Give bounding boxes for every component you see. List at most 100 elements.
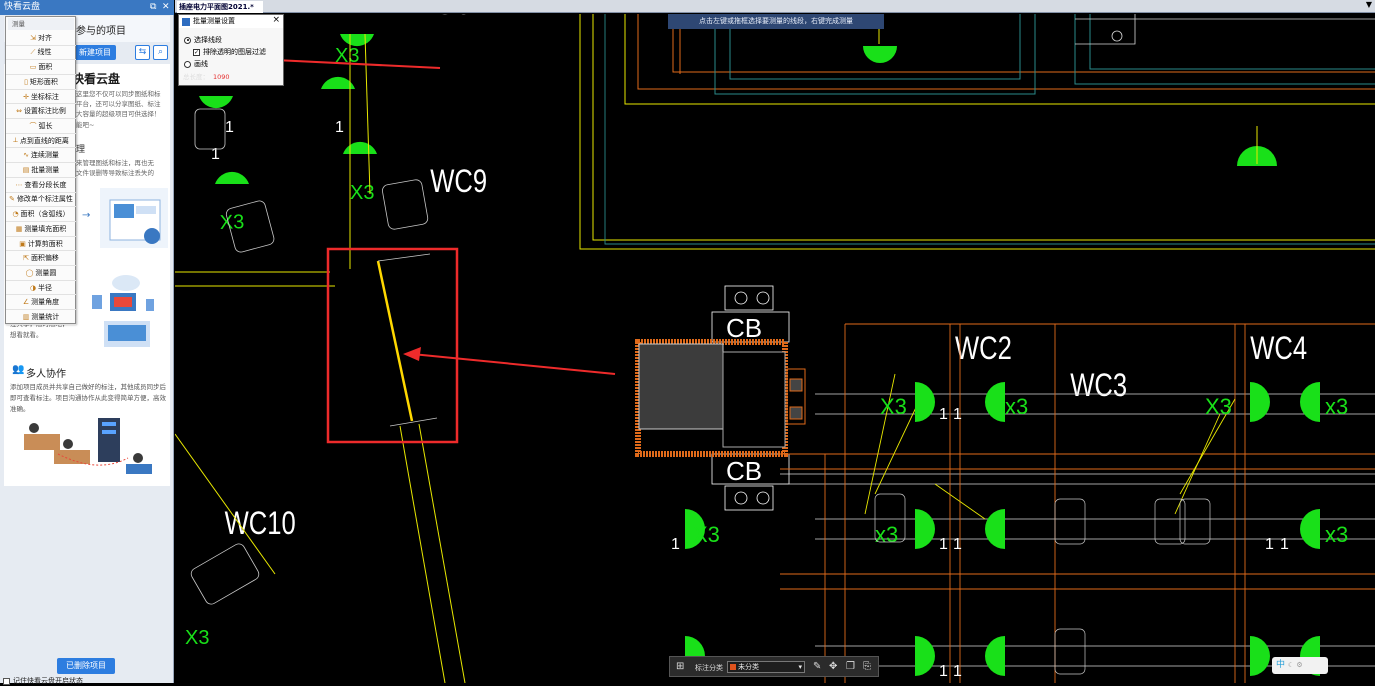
measure-menu-item[interactable]: ▯ 矩形面积 [6,75,76,90]
circle-icon: ◯ [25,268,34,277]
measure-menu-item[interactable]: ⟂ 点到直线的距离 [6,134,76,149]
measure-menu-item-label: 测量角度 [31,298,60,307]
svg-text:1: 1 [939,406,948,423]
measure-menu: 测量 ⇲ 对齐 ⟋ 线性 ▭ 面积 ▯ 矩形面积 ✛ 坐标标注 ⇔ 设置标注比例 ⌒ 弧长 ⟂ 点到直线的距离… [5,16,76,325]
measure-menu-item-label: 面积 [38,63,53,72]
measure-menu-item[interactable]: ◑ 半径 [6,281,76,296]
hint-banner: 点击左键或拖框选择要测量的线段，右键完成测量 [668,14,884,29]
category-color-swatch [730,664,736,670]
drawing-label: WC10 [225,506,296,541]
svg-text:1: 1 [1265,536,1274,553]
category-value: 未分类 [738,663,759,671]
measure-menu-item[interactable]: ✎ 修改单个标注属性 [6,193,76,208]
measure-menu-item-label: 修改单个标注属性 [16,195,73,204]
svg-text:1: 1 [939,663,948,680]
svg-text:x3: x3 [1005,394,1028,419]
brand-desc-line: 这里您不仅可以同步图纸和标 [76,90,161,98]
svg-text:x3: x3 [1325,394,1348,419]
measure-menu-item[interactable]: ⌒ 弧长 [6,119,76,134]
brand-title: 快看云盘 [72,72,121,86]
measure-menu-item[interactable]: ∠ 测量角度 [6,296,76,311]
new-project-button[interactable]: 新建项目 [74,45,116,60]
svg-text:1: 1 [939,536,948,553]
radius-icon: ◑ [29,283,37,292]
drawing-label: 1 [225,119,234,136]
point-line-icon: ⟂ [13,136,18,145]
measure-menu-item-label: 矩形面积 [29,77,58,86]
document-tab[interactable]: 插座电力平面图2021.* × [177,1,263,23]
restore-icon[interactable]: ⧉ [150,0,156,15]
category-select[interactable]: 未分类 ▾ [727,661,805,673]
document-tab-bar: 插座电力平面图2021.* × ▼ [175,0,1375,23]
segment-icon: ⋯ [15,180,23,189]
move-icon[interactable]: ✥ [829,661,837,672]
chevron-down-icon[interactable]: ▾ [798,662,802,672]
arc-area-icon: ◔ [12,210,19,219]
align-icon: ⇲ [30,33,36,42]
drawing-label: WC9 [430,164,487,199]
measure-menu-item-label: 查看分段长度 [24,180,67,189]
checkbox-checked-icon[interactable]: ✓ [193,48,200,56]
measure-menu-item[interactable]: ◯ 测量圆 [6,266,76,281]
dialog-close-icon[interactable]: × [272,15,280,25]
edit-icon[interactable]: ✎ [813,661,821,672]
measure-menu-item[interactable]: ▤ 批量测量 [6,163,76,178]
measure-menu-item-label: 半径 [38,283,53,292]
measure-menu-item-label: 测量统计 [31,313,60,322]
edit-attr-icon: ✎ [9,195,15,204]
measure-menu-item-label: 批量测量 [31,166,60,175]
drawing-label: CB [726,456,762,486]
measure-menu-item[interactable]: ⇱ 面积偏移 [6,252,76,267]
measure-menu-item-label: 面积偏移 [30,254,59,263]
measure-menu-item-label: 测量圆 [35,268,57,277]
measure-menu-item[interactable]: ∿ 连续测量 [6,149,76,164]
search-icon[interactable]: ⌕ [153,45,168,60]
deleted-projects-button[interactable]: 已删除项目 [57,658,115,674]
measure-menu-item[interactable]: ▭ 面积 [6,60,76,75]
paste-icon[interactable]: ⎘ [863,661,871,672]
measure-menu-item[interactable]: ▣ 计算剪面积 [6,237,76,252]
svg-text:1: 1 [211,146,220,163]
radio-on-icon[interactable] [184,36,191,44]
svg-text:X3: X3 [335,45,359,67]
checkbox-exclude-hidden[interactable]: ✓ 排除透明的图层过滤 [193,47,266,57]
dialog-title-text: 批量测量设置 [193,17,235,25]
batch-icon: ▤ [22,166,30,175]
ime-indicator[interactable]: 中 ☾ ⚙ [1272,657,1328,674]
measure-menu-item[interactable]: ◔ 面积（含弧线） [6,207,76,222]
copy-icon[interactable]: ❐ [846,661,855,672]
checkbox-icon[interactable] [3,677,10,685]
radio-polyline[interactable]: 画线 [184,59,208,69]
drawing-label: WC4 [1250,331,1307,366]
dialog-title: 批量测量设置 [179,15,283,28]
coordinate-icon: ✛ [23,92,29,101]
radio-off-icon[interactable] [184,60,191,68]
measure-menu-item[interactable]: ✛ 坐标标注 [6,90,76,105]
measure-menu-item-label: 连续测量 [30,151,59,160]
measure-menu-item[interactable]: ⇔ 设置标注比例 [6,105,76,120]
measure-menu-item[interactable]: ⇲ 对齐 [6,31,76,46]
cad-canvas[interactable]: X3 X3 X3 X3 1 1 1 WC9 WC10 WC2 WC3 WC4 W… [175,14,1375,683]
offset-icon: ⇱ [23,254,29,263]
refresh-icon[interactable]: ⇆ [135,45,150,60]
cloud-panel-title: 快看云盘 [4,2,41,12]
radio-select-line[interactable]: 选择线段 [184,35,222,45]
tab-list-dropdown-icon[interactable]: ▼ [1366,0,1372,9]
share-text-line: 想看就看。 [10,331,43,339]
svg-text:1: 1 [953,406,962,423]
measure-menu-item[interactable]: ▥ 测量统计 [6,310,76,325]
drawing-label: X3 [880,394,907,419]
close-icon[interactable]: ✕ [162,0,170,15]
remember-checkbox[interactable]: 记住快看云盘开启状态 [3,676,83,686]
measure-menu-item[interactable]: ⋯ 查看分段长度 [6,178,76,193]
selected-line [376,260,414,422]
measure-menu-item[interactable]: ⟋ 线性 [6,46,76,61]
grid-icon[interactable]: ⊞ [676,661,684,672]
svg-text:X3: X3 [1205,394,1232,419]
section-title: 理 [76,145,86,155]
svg-text:x3: x3 [1325,522,1348,547]
drawing-label: WC3 [1070,368,1127,403]
measure-menu-item[interactable]: ▦ 测量填充面积 [6,222,76,237]
measure-menu-item-label: 对齐 [37,33,52,42]
document-tab-label: 插座电力平面图2021.* [179,3,254,11]
